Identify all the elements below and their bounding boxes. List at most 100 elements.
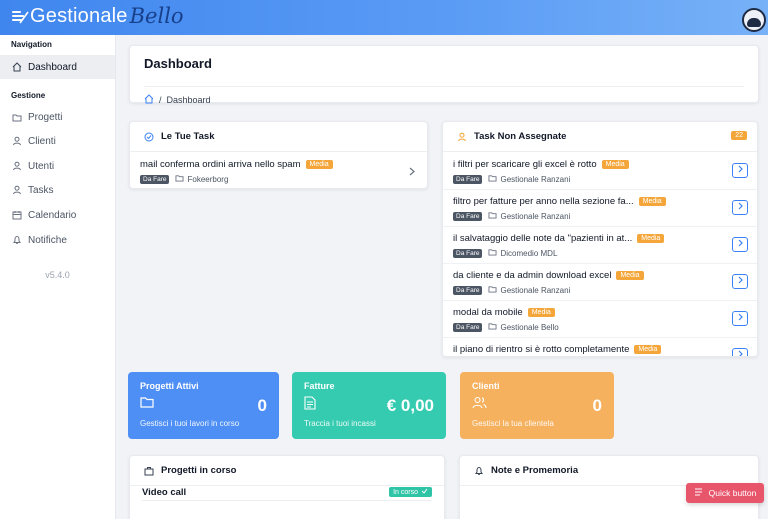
sidebar-item-clienti[interactable]: Clienti	[0, 129, 115, 153]
sidebar-item-calendario[interactable]: Calendario	[0, 203, 115, 227]
chevron-right-icon	[738, 350, 743, 356]
priority-badge: Media	[637, 234, 665, 243]
status-badge: Da Fare	[453, 322, 483, 332]
open-task-button[interactable]	[732, 274, 748, 289]
sidebar-item-label: Progetti	[28, 111, 63, 123]
unassigned-tasks-header: Task Non Assegnate	[443, 122, 757, 152]
folder-icon	[488, 211, 497, 221]
folder-icon	[175, 174, 184, 184]
chevron-right-icon[interactable]	[409, 167, 415, 179]
stat-title: Clienti	[472, 381, 500, 391]
priority-badge: Media	[638, 197, 666, 206]
task-client: Gestionale Ranzani	[500, 174, 571, 184]
stat-subtitle: Gestisci la tua clientela	[472, 419, 554, 428]
task-row[interactable]: i filtri per scaricare gli excel è rotto…	[443, 153, 757, 190]
bell-icon	[12, 235, 22, 245]
stat-title: Fatture	[304, 381, 335, 391]
sidebar-item-progetti[interactable]: Progetti	[0, 105, 115, 129]
priority-badge: Media	[616, 271, 644, 280]
task-client: Fokeerborg	[187, 174, 229, 184]
task-title: il piano di rientro si è rotto completam…	[453, 344, 630, 355]
status-badge: Da Fare	[453, 211, 483, 221]
user-avatar[interactable]	[742, 8, 766, 32]
task-row[interactable]: da cliente e da admin download excel Medi…	[443, 264, 757, 301]
bell-icon	[474, 466, 484, 476]
task-title: modal da mobile	[453, 307, 523, 318]
sidebar-item-dashboard[interactable]: Dashboard	[0, 55, 115, 79]
open-task-button[interactable]	[732, 163, 748, 178]
user-warning-icon	[457, 132, 467, 142]
sidebar-item-label: Notifiche	[28, 234, 67, 246]
open-task-button[interactable]	[732, 200, 748, 215]
folder-icon	[488, 174, 497, 184]
project-status-badge: In corso	[389, 487, 432, 497]
user-icon	[12, 185, 22, 195]
task-row[interactable]: il piano di rientro si è rotto completam…	[443, 338, 757, 356]
breadcrumb: / Dashboard	[144, 94, 211, 106]
app-logo[interactable]: Gestionale Bello	[10, 5, 184, 27]
stat-card-progetti[interactable]: Progetti Attivi 0 Gestisci i tuoi lavori…	[128, 372, 279, 439]
task-client: Gestionale Bello	[500, 322, 559, 332]
logo-lines-icon	[10, 7, 30, 25]
sidebar-item-utenti[interactable]: Utenti	[0, 154, 115, 178]
task-title: filtro per fatture per anno nella sezion…	[453, 196, 634, 207]
folder-icon	[488, 322, 497, 332]
my-tasks-card: Le Tue Task mail conferma ordini arriva …	[129, 121, 428, 189]
folder-icon	[140, 396, 154, 411]
check-circle-icon	[144, 132, 154, 142]
open-task-button[interactable]	[732, 348, 748, 356]
sidebar-item-label: Utenti	[28, 160, 55, 172]
project-status-label: In corso	[393, 488, 418, 496]
open-task-button[interactable]	[732, 311, 748, 326]
sidebar-item-tasks[interactable]: Tasks	[0, 178, 115, 202]
task-title: da cliente e da admin download excel	[453, 270, 612, 281]
folder-icon	[488, 285, 497, 295]
user-icon	[12, 161, 22, 171]
task-row[interactable]: il salvataggio delle note da "pazienti i…	[443, 227, 757, 264]
unassigned-tasks-title: Task Non Assegnate	[474, 131, 567, 142]
sidebar-item-notifiche[interactable]: Notifiche	[0, 228, 115, 252]
top-bar: Gestionale Bello	[0, 0, 768, 35]
divider	[142, 500, 432, 501]
folder-icon	[488, 248, 497, 258]
users-icon	[472, 396, 487, 412]
unassigned-count-badge: 22	[731, 131, 747, 140]
quick-button-label: Quick button	[708, 488, 757, 498]
task-row[interactable]: mail conferma ordini arriva nello spam M…	[130, 153, 427, 190]
task-title: mail conferma ordini arriva nello spam	[140, 159, 301, 170]
chevron-right-icon	[738, 239, 743, 250]
projects-header: Progetti in corso	[130, 456, 444, 486]
page-title: Dashboard	[144, 56, 212, 71]
task-row[interactable]: modal da mobile Media Da Fare Gestionale Be…	[443, 301, 757, 338]
logo-accent-text: Bello	[129, 4, 184, 28]
home-icon[interactable]	[144, 94, 154, 106]
priority-badge: Media	[634, 345, 662, 354]
task-title: i filtri per scaricare gli excel è rotto	[453, 159, 597, 170]
task-row[interactable]: filtro per fatture per anno nella sezion…	[443, 190, 757, 227]
quick-button[interactable]: Quick button	[686, 483, 764, 503]
breadcrumb-separator: /	[159, 95, 162, 105]
project-name[interactable]: Video call	[142, 487, 186, 498]
projects-card: Progetti in corso Video call In corso	[129, 455, 445, 519]
user-icon	[12, 136, 22, 146]
sidebar-section-navigation: Navigation	[11, 40, 52, 49]
task-client: Gestionale Ranzani	[500, 285, 571, 295]
stat-subtitle: Gestisci i tuoi lavori in corso	[140, 419, 240, 428]
chevron-right-icon	[738, 276, 743, 287]
open-task-button[interactable]	[732, 237, 748, 252]
status-badge: Da Fare	[140, 174, 170, 184]
sidebar: Navigation Dashboard Gestione Progetti C…	[0, 35, 116, 519]
my-tasks-title: Le Tue Task	[161, 131, 215, 142]
breadcrumb-current: Dashboard	[166, 95, 211, 105]
priority-badge: Media	[527, 308, 555, 317]
stat-card-fatture[interactable]: Fatture € 0,00 Traccia i tuoi incassi	[292, 372, 446, 439]
status-badge: Da Fare	[453, 285, 483, 295]
folder-icon	[12, 112, 22, 122]
stat-value: 0	[257, 396, 267, 415]
divider	[144, 86, 744, 87]
projects-title: Progetti in corso	[161, 465, 237, 476]
briefcase-icon	[144, 466, 154, 476]
priority-badge: Media	[305, 160, 333, 169]
unassigned-tasks-card: Task Non Assegnate 22 i filtri per scari…	[442, 121, 758, 357]
stat-card-clienti[interactable]: Clienti 0 Gestisci la tua clientela	[460, 372, 614, 439]
